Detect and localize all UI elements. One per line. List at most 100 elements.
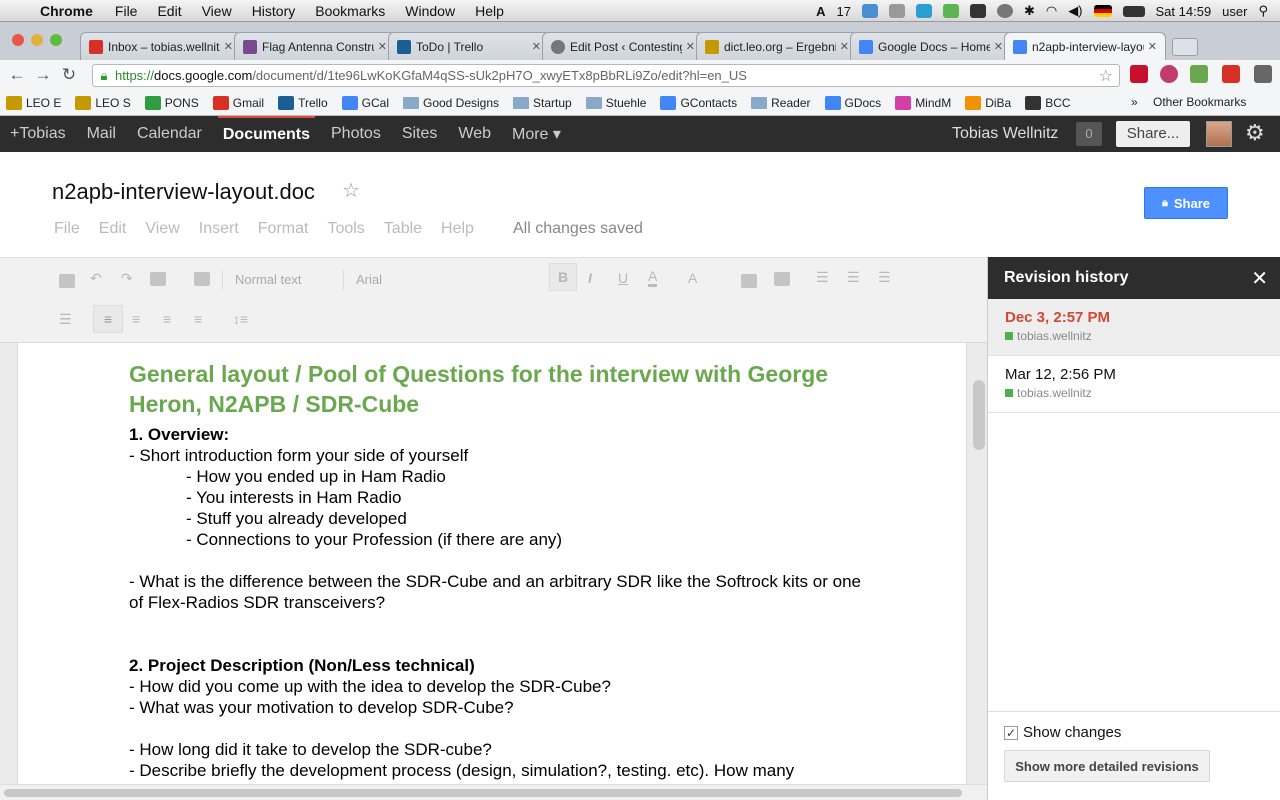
line-spacing-icon[interactable]: ↕≡ [233,311,248,327]
doc-menu-edit[interactable]: Edit [99,220,127,238]
tab-google-docs-home[interactable]: Google Docs – Home ✕ [850,32,1012,60]
menu-history[interactable]: History [252,3,296,19]
close-tab-icon[interactable]: ✕ [1148,40,1157,53]
menu-file[interactable]: File [115,3,138,19]
tab-edit-post[interactable]: Edit Post ‹ Contesting ✕ [542,32,704,60]
doc-menu-view[interactable]: View [145,220,179,238]
justify-icon[interactable]: ≡ [194,311,202,327]
align-left-icon[interactable]: ≡ [93,305,123,333]
doc-menu-format[interactable]: Format [258,220,309,238]
minimize-window-icon[interactable] [31,34,43,46]
horizontal-scrollbar[interactable] [0,784,987,800]
gbar-user-name[interactable]: Tobias Wellnitz [952,125,1058,143]
menu-window[interactable]: Window [405,3,455,19]
adobe-icon[interactable]: A [816,4,825,19]
gbar-calendar[interactable]: Calendar [132,116,207,152]
text-color-icon[interactable]: A [648,268,658,287]
time-machine-icon[interactable] [996,4,1013,18]
address-bar[interactable]: 🔒︎ https:// docs.google.com /document/d/… [92,64,1120,87]
clock[interactable]: Sat 14:59 [1156,4,1212,19]
bookmark-leo-e[interactable]: LEO E [6,95,61,110]
doc-menu-tools[interactable]: Tools [327,220,364,238]
display-icon[interactable] [969,4,986,18]
show-more-detailed-revisions-button[interactable]: Show more detailed revisions [1004,750,1210,782]
sync-icon[interactable] [888,4,905,18]
doc-menu-help[interactable]: Help [441,220,474,238]
doc-menu-file[interactable]: File [54,220,80,238]
close-tab-icon[interactable]: ✕ [840,40,849,53]
app-menu[interactable]: Chrome [40,3,93,19]
bookmark-trello[interactable]: Trello [278,95,328,110]
decrease-indent-icon[interactable]: ☰ [878,269,891,286]
gbar-photos[interactable]: Photos [326,116,386,152]
increase-indent-icon[interactable]: ☰ [59,311,72,328]
align-right-icon[interactable]: ≡ [163,311,171,327]
close-tab-icon[interactable]: ✕ [378,40,387,53]
bookmark-good-designs[interactable]: Good Designs [402,96,499,110]
gbar-more[interactable]: More ▾ [507,116,566,152]
star-icon[interactable]: ☆ [342,178,360,203]
tab-inbox[interactable]: Inbox – tobias.wellnitz ✕ [80,32,242,60]
gbar-share-button[interactable]: Share... [1116,121,1190,147]
gear-icon[interactable]: ⚙ [1245,120,1265,146]
tab-leo[interactable]: dict.leo.org – Ergebnis ✕ [696,32,858,60]
spotlight-icon[interactable]: ⚲ [1258,3,1268,19]
bookmark-diba[interactable]: DiBa [965,95,1011,110]
align-center-icon[interactable]: ≡ [132,311,140,327]
close-tab-icon[interactable]: ✕ [994,40,1003,53]
document-page[interactable]: General layout / Pool of Questions for t… [17,343,967,784]
menu-edit[interactable]: Edit [157,3,181,19]
bookmark-startup[interactable]: Startup [513,96,572,110]
link-icon[interactable] [741,274,757,288]
tab-current-doc[interactable]: n2apb-interview-layout ✕ [1004,32,1166,60]
close-icon[interactable]: ✕ [1251,266,1268,291]
gbar-web[interactable]: Web [453,116,496,152]
vertical-scrollbar[interactable] [973,380,985,450]
style-select[interactable]: Normal text [235,272,301,287]
doc-menu-insert[interactable]: Insert [199,220,239,238]
gbar-mail[interactable]: Mail [82,116,121,152]
close-tab-icon[interactable]: ✕ [224,40,233,53]
user-menu[interactable]: user [1222,4,1247,19]
menu-help[interactable]: Help [475,3,504,19]
volume-icon[interactable]: ◀) [1068,3,1082,19]
new-tab-button[interactable] [1172,38,1198,56]
underline-icon[interactable]: U [618,270,628,286]
bookmark-reader[interactable]: Reader [751,96,811,110]
font-select[interactable]: Arial [356,272,382,287]
tab-trello[interactable]: ToDo | Trello ✕ [388,32,550,60]
other-bookmarks[interactable]: Other Bookmarks [1153,95,1246,109]
bluetooth-icon[interactable]: ✱ [1024,3,1035,19]
bookmark-gcal[interactable]: GCal [341,95,389,110]
paint-format-icon[interactable] [194,272,210,286]
horizontal-scroll-thumb[interactable] [4,789,962,797]
share-button[interactable]: 🔒︎ Share [1144,187,1228,219]
close-window-icon[interactable] [12,34,24,46]
tab-flag-antenna[interactable]: Flag Antenna Construct ✕ [234,32,396,60]
print-icon[interactable] [59,274,75,288]
notification-count[interactable]: 0 [1076,122,1102,146]
gbar-documents[interactable]: Documents [217,116,315,152]
bulleted-list-icon[interactable]: ☰ [847,269,860,286]
revision-item-selected[interactable]: Dec 3, 2:57 PM tobias.wellnitz [988,299,1280,356]
bookmark-leo-s[interactable]: LEO S [75,95,131,110]
bookmark-gmail[interactable]: Gmail [212,95,264,110]
gmail-checker-icon[interactable] [1222,65,1240,83]
evernote-icon[interactable] [942,4,959,18]
forward-icon[interactable]: → [30,65,56,85]
revision-item[interactable]: Mar 12, 2:56 PM tobias.wellnitz [988,356,1280,413]
image-icon[interactable] [774,272,790,286]
bookmark-stuehle[interactable]: Stuehle [585,96,646,110]
zoom-window-icon[interactable] [50,34,62,46]
bookmark-pons[interactable]: PONS [144,95,199,110]
avatar[interactable] [1206,121,1232,147]
highlight-icon[interactable]: A [688,270,697,286]
checkbox-checked-icon[interactable]: ✓ [1004,725,1018,740]
lastpass-icon[interactable] [1130,65,1148,83]
undo-icon[interactable]: ↶ [90,270,102,287]
extension-gear-icon[interactable] [1160,65,1178,83]
doc-menu-table[interactable]: Table [384,220,422,238]
reload-icon[interactable]: ↻ [56,65,82,85]
bookmark-gcontacts[interactable]: GContacts [660,95,737,110]
back-icon[interactable]: ← [4,65,30,85]
